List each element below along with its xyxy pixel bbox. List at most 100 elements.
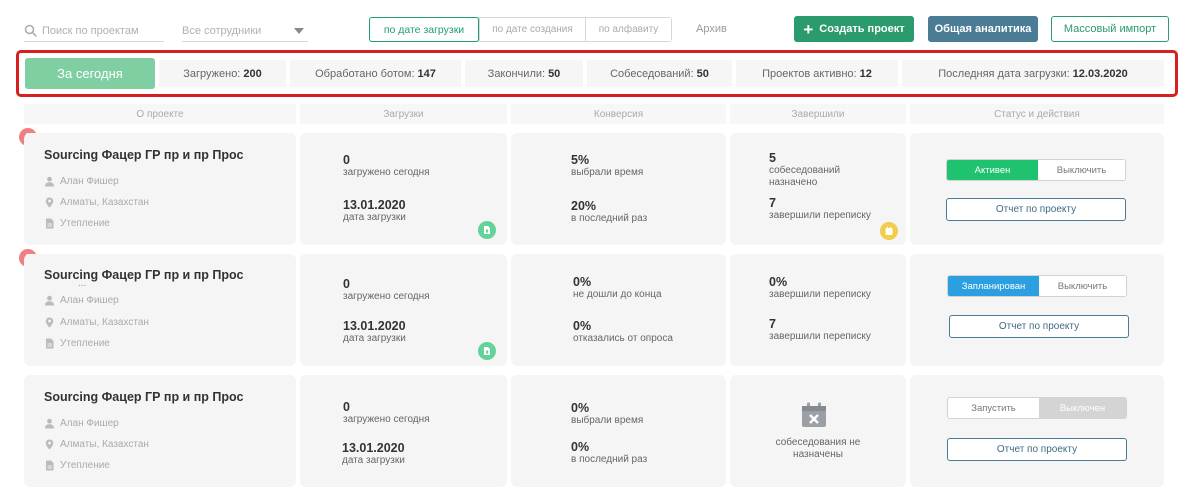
- location-pin-icon: [45, 439, 54, 450]
- project-about-cell[interactable]: Sourcing Фацер ГР пр и пр Прос Алан Фише…: [24, 375, 296, 487]
- load-date-label: дата загрузки: [343, 333, 406, 344]
- location-text: Алматы, Казахстан: [60, 317, 149, 328]
- status-planned-button[interactable]: Запланирован: [948, 276, 1039, 296]
- loaded-today-label: загружено сегодня: [343, 167, 430, 178]
- project-status-cell: Активен Выключить Отчет по проекту: [910, 133, 1164, 245]
- project-report-button[interactable]: Отчет по проекту: [946, 198, 1126, 221]
- status-toggle[interactable]: Запустить Выключен: [947, 397, 1127, 419]
- project-location: Алматы, Казахстан: [44, 439, 149, 450]
- project-loads-cell: 0 загружено сегодня 13.01.2020 дата загр…: [300, 254, 507, 366]
- today-tab[interactable]: За сегодня: [25, 58, 155, 89]
- conversion-1-label: выбрали время: [571, 415, 644, 426]
- load-date-value: 13.01.2020: [342, 441, 405, 455]
- sort-by-created-button[interactable]: по дате создания: [479, 18, 585, 41]
- finished-1-label: собеседований назначено: [769, 165, 841, 188]
- search-icon: [24, 24, 38, 37]
- loaded-today-value: 0: [343, 400, 350, 414]
- stat-value: 12: [859, 67, 872, 80]
- column-header-status: Статус и действия: [910, 104, 1164, 124]
- project-owner: Алан Фишер: [44, 418, 119, 429]
- conversion-1-label: выбрали время: [571, 167, 644, 178]
- archive-link[interactable]: Архив: [696, 23, 727, 35]
- tag-text: Утепление: [60, 218, 110, 229]
- project-about-cell[interactable]: Sourcing Фацер ГР пр и пр Прос Алан Фише…: [24, 133, 296, 245]
- conversion-1-value: 0%: [573, 275, 592, 289]
- finished-1-label: завершили переписку: [769, 289, 871, 300]
- status-toggle[interactable]: Запланирован Выключить: [947, 275, 1127, 297]
- calendar-icon[interactable]: [880, 222, 898, 240]
- column-header-finished: Завершили: [730, 104, 906, 124]
- project-status-cell: Запустить Выключен Отчет по проекту: [910, 375, 1164, 487]
- sort-by-upload-button[interactable]: по дате загрузки: [369, 17, 479, 42]
- today-summary: За сегодня Загружено: 200 Обработано бото…: [16, 50, 1178, 97]
- project-title[interactable]: Sourcing Фацер ГР пр и пр Прос: [44, 390, 243, 404]
- stat-interviews: Собеседований: 50: [587, 60, 732, 87]
- loaded-today-label: загружено сегодня: [343, 291, 430, 302]
- document-icon: [46, 460, 54, 471]
- loaded-today-value: 0: [343, 153, 350, 167]
- finished-2-value: 7: [769, 196, 776, 210]
- sort-by-alpha-button[interactable]: по алфавиту: [585, 18, 671, 41]
- status-active-button[interactable]: Активен: [947, 160, 1038, 180]
- file-upload-icon[interactable]: [478, 221, 496, 239]
- project-status-cell: Запланирован Выключить Отчет по проекту: [910, 254, 1164, 366]
- project-title[interactable]: Sourcing Фацер ГР пр и пр Прос: [44, 268, 243, 282]
- user-icon: [45, 295, 54, 306]
- column-header-loads: Загрузки: [300, 104, 507, 124]
- status-launch-button[interactable]: Запустить: [948, 398, 1039, 418]
- stat-finished: Закончили: 50: [465, 60, 583, 87]
- project-finished-cell: 0% завершили переписку 7 завершили переп…: [730, 254, 906, 366]
- search-box[interactable]: [24, 20, 164, 42]
- tag-text: Утепление: [60, 460, 110, 471]
- stat-label: Закончили:: [487, 67, 546, 80]
- sort-toggle-group: по дате загрузки по дате создания по алф…: [369, 17, 672, 42]
- project-about-cell[interactable]: Sourcing Фацер ГР пр и пр Прос ... Алан …: [24, 254, 296, 366]
- document-icon: [46, 218, 54, 229]
- search-input[interactable]: [42, 24, 160, 37]
- conversion-2-label: в последний раз: [571, 213, 648, 224]
- load-date-value: 13.01.2020: [343, 198, 406, 212]
- import-button[interactable]: Массовый импорт: [1051, 16, 1169, 42]
- conversion-1-value: 0%: [571, 401, 590, 415]
- load-date-value: 13.01.2020: [343, 319, 406, 333]
- stat-label: Обработано ботом:: [315, 67, 415, 80]
- conversion-2-value: 0%: [571, 440, 590, 454]
- tag-text: Утепление: [60, 338, 110, 349]
- project-title[interactable]: Sourcing Фацер ГР пр и пр Прос: [44, 148, 243, 162]
- load-date-label: дата загрузки: [342, 455, 405, 466]
- file-upload-icon[interactable]: [478, 342, 496, 360]
- project-report-button[interactable]: Отчет по проекту: [947, 438, 1127, 461]
- stat-label: Загружено:: [183, 67, 241, 80]
- location-pin-icon: [45, 197, 54, 208]
- column-header-conversion: Конверсия: [511, 104, 726, 124]
- status-disable-button[interactable]: Выключить: [1038, 160, 1125, 180]
- user-icon: [45, 176, 54, 187]
- stat-last-upload: Последняя дата загрузки: 12.03.2020: [902, 60, 1164, 87]
- create-project-label: Создать проект: [819, 23, 905, 35]
- finished-1-value: 5: [769, 151, 776, 165]
- analytics-button[interactable]: Общая аналитика: [928, 16, 1038, 42]
- project-title-ellipsis: ...: [78, 278, 87, 289]
- owner-name: Алан Фишер: [60, 176, 119, 187]
- project-report-button[interactable]: Отчет по проекту: [949, 315, 1129, 338]
- calendar-cancel-icon: [802, 402, 826, 427]
- owner-name: Алан Фишер: [60, 295, 119, 306]
- project-conversion-cell: 5% выбрали время 20% в последний раз: [511, 133, 726, 245]
- project-location: Алматы, Казахстан: [44, 197, 149, 208]
- stat-value: 50: [548, 67, 561, 80]
- stat-value: 200: [243, 67, 262, 80]
- status-disabled-button[interactable]: Выключен: [1039, 398, 1126, 418]
- project-location: Алматы, Казахстан: [44, 317, 149, 328]
- project-tag: Утепление: [44, 218, 110, 229]
- project-conversion-cell: 0% не дошли до конца 0% отказались от оп…: [511, 254, 726, 366]
- status-disable-button[interactable]: Выключить: [1039, 276, 1126, 296]
- create-project-button[interactable]: + Создать проект: [794, 16, 914, 42]
- column-header-about: О проекте: [24, 104, 296, 124]
- stat-label: Проектов активно:: [762, 67, 857, 80]
- project-loads-cell: 0 загружено сегодня 13.01.2020 дата загр…: [300, 133, 507, 245]
- status-toggle[interactable]: Активен Выключить: [946, 159, 1126, 181]
- employee-select-value: Все сотрудники: [182, 24, 262, 37]
- top-toolbar: Все сотрудники по дате загрузки по дате …: [0, 0, 1185, 50]
- employee-select[interactable]: Все сотрудники: [182, 20, 308, 42]
- stat-value: 147: [417, 67, 436, 80]
